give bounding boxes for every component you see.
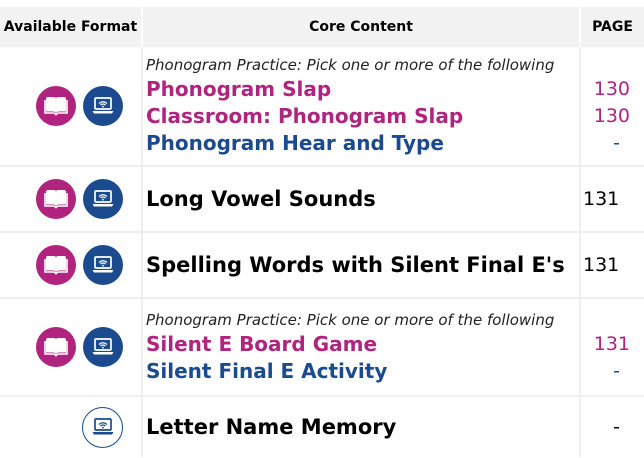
link-classroom-phonogram-slap[interactable]: Classroom: Phonogram Slap: [146, 103, 579, 130]
page-cell: 131 -: [580, 298, 644, 397]
practice-note: Phonogram Practice: Pick one or more of …: [146, 56, 555, 74]
table-row: Phonogram Practice: Pick one or more of …: [0, 47, 644, 167]
activity-title: Long Vowel Sounds: [146, 187, 376, 211]
format-cell: [0, 396, 143, 457]
link-silent-e-board-game[interactable]: Silent E Board Game: [146, 331, 579, 358]
laptop-wifi-icon: [83, 86, 123, 126]
content-cell: Spelling Words with Silent Final E's: [142, 232, 581, 299]
page-number: -: [613, 415, 620, 438]
table-row: Spelling Words with Silent Final E's 131: [0, 232, 644, 299]
page-number: -: [613, 132, 620, 154]
format-cell: [0, 232, 143, 299]
table-row: Letter Name Memory -: [0, 396, 644, 457]
page-cell: -: [580, 396, 644, 457]
table-row: Long Vowel Sounds 131: [0, 166, 644, 233]
page-cell: 130 130 -: [580, 47, 644, 167]
page-cell: 131: [580, 232, 644, 299]
link-phonogram-slap[interactable]: Phonogram Slap: [146, 76, 579, 103]
laptop-wifi-icon: [83, 245, 123, 285]
table-row: Phonogram Practice: Pick one or more of …: [0, 298, 644, 397]
practice-note: Phonogram Practice: Pick one or more of …: [146, 310, 555, 329]
content-cell: Phonogram Practice: Pick one or more of …: [142, 298, 581, 397]
table-header-row: Available Format Core Content PAGE: [0, 7, 644, 47]
format-cell: [0, 166, 143, 233]
content-cell: Phonogram Practice: Pick one or more of …: [142, 47, 581, 167]
link-silent-final-e-activity[interactable]: Silent Final E Activity: [146, 358, 579, 385]
activity-title: Spelling Words with Silent Final E's: [146, 253, 565, 277]
book-icon: [36, 86, 76, 126]
content-cell: Long Vowel Sounds: [142, 166, 581, 233]
page-number: 131: [593, 332, 630, 355]
format-cell: [0, 47, 143, 167]
header-page: PAGE: [580, 7, 644, 47]
book-icon: [36, 179, 76, 219]
page-cell: 131: [580, 166, 644, 233]
page-number: 130: [593, 78, 630, 100]
core-content-table: Available Format Core Content PAGE Phono…: [0, 7, 644, 457]
format-cell: [0, 298, 143, 397]
laptop-wifi-icon: [82, 406, 123, 448]
activity-title: Letter Name Memory: [146, 415, 397, 439]
book-icon: [36, 245, 76, 285]
link-phonogram-hear-and-type[interactable]: Phonogram Hear and Type: [146, 130, 579, 157]
header-content: Core Content: [142, 7, 581, 47]
header-format: Available Format: [0, 7, 143, 47]
laptop-wifi-icon: [83, 327, 123, 367]
content-cell: Letter Name Memory: [142, 396, 581, 457]
book-icon: [36, 327, 76, 367]
page-number: -: [613, 359, 620, 382]
page-number: 131: [583, 187, 620, 210]
page-number: 130: [593, 105, 630, 127]
page-number: 131: [583, 253, 620, 276]
laptop-wifi-icon: [83, 179, 123, 219]
